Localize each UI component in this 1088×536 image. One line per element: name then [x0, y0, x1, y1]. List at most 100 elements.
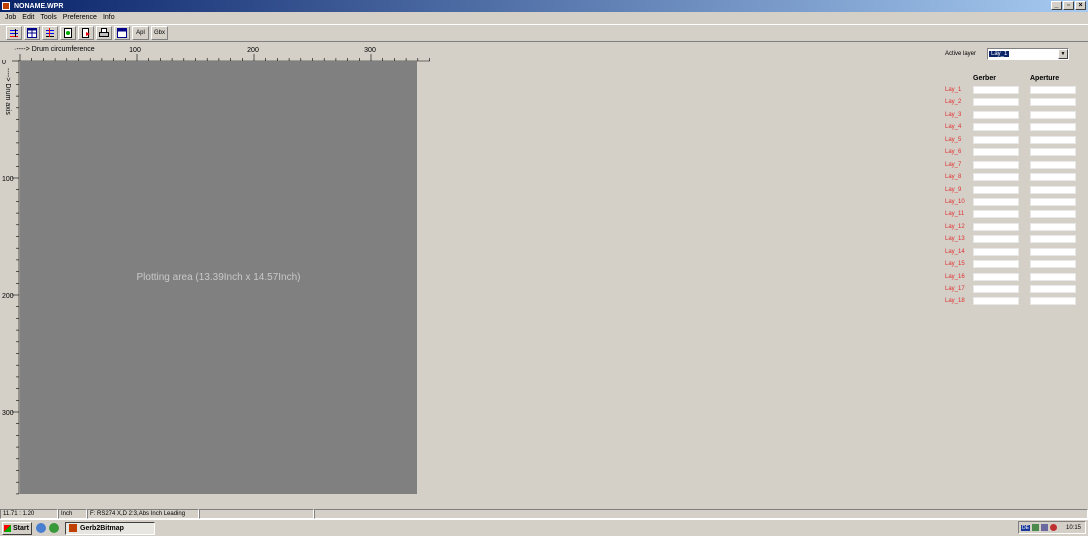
aperture-file-field[interactable]	[1030, 247, 1076, 256]
layer-row: Lay_16	[945, 272, 1080, 284]
ruler-tick-label: 0	[2, 60, 6, 66]
gerber-file-field[interactable]	[973, 222, 1019, 231]
vertical-ruler: 0 100 200 300	[2, 60, 20, 495]
aperture-file-field[interactable]	[1030, 123, 1076, 132]
gerber-file-field[interactable]	[973, 173, 1019, 182]
layer-row: Lay_11	[945, 209, 1080, 221]
menu-edit[interactable]: Edit	[19, 14, 37, 21]
explorer-icon[interactable]	[49, 523, 59, 533]
active-layer-select[interactable]: Lay_1 ▼	[987, 48, 1069, 60]
aperture-file-field[interactable]	[1030, 235, 1076, 244]
chevron-down-icon[interactable]: ▼	[1058, 49, 1068, 59]
layer-row: Lay_17	[945, 284, 1080, 296]
title-bar: NONAME.WPR _ ▫ ×	[0, 0, 1088, 12]
layer-name: Lay_18	[945, 298, 965, 305]
language-indicator[interactable]: DE	[1021, 524, 1030, 531]
menu-job[interactable]: Job	[2, 14, 19, 21]
menu-preference[interactable]: Preference	[60, 14, 100, 21]
gerber-file-field[interactable]	[973, 110, 1019, 119]
security-icon[interactable]	[1049, 524, 1057, 531]
gerber-file-field[interactable]	[973, 185, 1019, 194]
gerber-file-field[interactable]	[973, 135, 1019, 144]
gerber-column-header: Gerber	[973, 75, 996, 82]
volume-icon[interactable]	[1040, 524, 1048, 531]
gerber-file-field[interactable]	[973, 285, 1019, 293]
layer-name: Lay_9	[945, 186, 962, 193]
layer-row: Lay_8	[945, 172, 1080, 184]
active-layer-label: Active layer	[945, 51, 977, 57]
settings-button[interactable]	[42, 26, 58, 40]
gerber-file-field[interactable]	[973, 86, 1019, 94]
layer-row: Lay_3	[945, 110, 1080, 122]
layer-row: Lay_9	[945, 185, 1080, 197]
menu-tools[interactable]: Tools	[37, 14, 59, 21]
layer-row: Lay_1	[945, 85, 1080, 97]
task-gerb2bitmap[interactable]: Gerb2Bitmap	[65, 521, 155, 535]
menu-info[interactable]: Info	[100, 14, 118, 21]
minimize-button[interactable]: _	[1051, 1, 1062, 10]
status-bar: 11.71 : 1.20 Inch F: RS274 X,D 2:3,Abs I…	[0, 509, 1088, 519]
gerber-file-field[interactable]	[973, 98, 1019, 107]
aperture-file-field[interactable]	[1030, 86, 1076, 94]
close-button[interactable]: ×	[1075, 1, 1086, 10]
layer-list: Lay_1 Lay_2 Lay_3 Lay_4 Lay_5 Lay_6 Lay_7 Lay_8…	[945, 85, 1080, 309]
print-button[interactable]	[96, 26, 112, 40]
table-button[interactable]	[24, 26, 40, 40]
status-units: Inch	[58, 509, 87, 519]
layer-row: Lay_7	[945, 160, 1080, 172]
aperture-file-field[interactable]	[1030, 173, 1076, 182]
layer-name: Lay_8	[945, 174, 962, 181]
layer-row: Lay_12	[945, 222, 1080, 234]
browser-icon[interactable]	[36, 523, 46, 533]
window-title: NONAME.WPR	[14, 2, 64, 10]
layer-row: Lay_18	[945, 296, 1080, 308]
layer-row: Lay_4	[945, 122, 1080, 134]
gerber-file-field[interactable]	[973, 197, 1019, 206]
gerber-file-field[interactable]	[973, 160, 1019, 169]
gerber-file-field[interactable]	[973, 247, 1019, 256]
layer-name: Lay_5	[945, 136, 962, 143]
layer-name: Lay_1	[945, 87, 962, 93]
calendar-button[interactable]	[114, 26, 130, 40]
aperture-file-field[interactable]	[1030, 110, 1076, 119]
gerber-file-field[interactable]	[973, 210, 1019, 219]
windows-logo-icon	[4, 524, 11, 532]
start-button[interactable]: Start	[2, 521, 32, 535]
settings-icon	[46, 28, 54, 37]
aperture-file-field[interactable]	[1030, 297, 1076, 306]
aperture-file-field[interactable]	[1030, 285, 1076, 293]
layer-row: Lay_10	[945, 197, 1080, 209]
layer-row: Lay_5	[945, 135, 1080, 147]
gerber-file-field[interactable]	[973, 260, 1019, 269]
aperture-file-field[interactable]	[1030, 135, 1076, 144]
aperture-file-field[interactable]	[1030, 260, 1076, 269]
file-arrow-icon	[82, 28, 90, 38]
gerber-file-field[interactable]	[973, 148, 1019, 157]
app-icon[interactable]	[2, 2, 10, 10]
restore-button[interactable]: ▫	[1063, 1, 1074, 10]
aperture-file-field[interactable]	[1030, 148, 1076, 157]
taskbar: Start Gerb2Bitmap DE 10:15	[0, 519, 1088, 536]
ruler-tick-label: 300	[2, 410, 14, 417]
plotting-area[interactable]: Plotting area (13.39Inch x 14.57Inch)	[20, 61, 417, 494]
aperture-file-field[interactable]	[1030, 185, 1076, 194]
aperture-file-field[interactable]	[1030, 272, 1076, 281]
open-button[interactable]	[78, 26, 94, 40]
gbx-button[interactable]: Gbx	[151, 26, 168, 40]
layer-setup-icon	[10, 29, 18, 37]
aperture-file-field[interactable]	[1030, 210, 1076, 219]
plotting-area-label: Plotting area (13.39Inch x 14.57Inch)	[136, 272, 301, 283]
horizontal-ruler: 100 200 300	[19, 47, 430, 62]
export-button[interactable]	[60, 26, 76, 40]
aperture-file-field[interactable]	[1030, 160, 1076, 169]
aperture-file-field[interactable]	[1030, 197, 1076, 206]
gerber-file-field[interactable]	[973, 235, 1019, 244]
gerber-file-field[interactable]	[973, 297, 1019, 306]
aperture-file-field[interactable]	[1030, 222, 1076, 231]
gerber-file-field[interactable]	[973, 123, 1019, 132]
gerber-file-field[interactable]	[973, 272, 1019, 281]
layer-setup-button[interactable]	[6, 26, 22, 40]
aperture-file-field[interactable]	[1030, 98, 1076, 107]
apl-button[interactable]: Apl	[132, 26, 149, 40]
network-icon[interactable]	[1031, 524, 1039, 531]
